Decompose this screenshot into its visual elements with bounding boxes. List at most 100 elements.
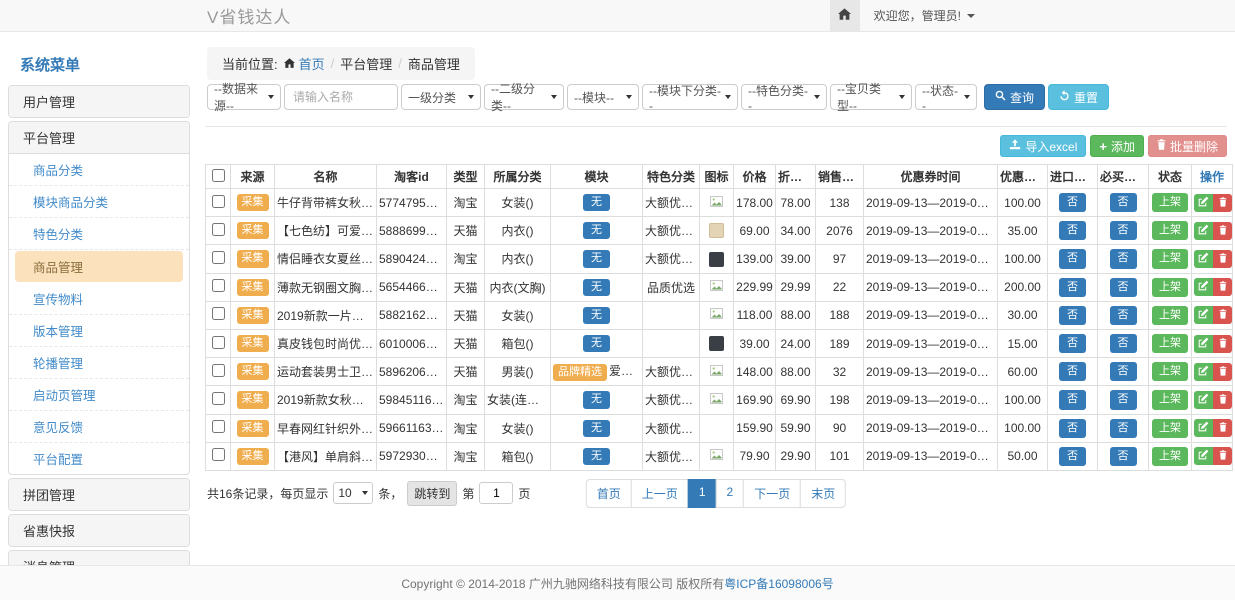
filter-select-source[interactable]: --数据来源-- (207, 84, 281, 110)
import-select-toggle[interactable]: 否 (1059, 306, 1086, 325)
batch-delete-button[interactable]: 批量删除 (1148, 135, 1227, 157)
status-button[interactable]: 上架 (1152, 362, 1188, 381)
import-select-toggle[interactable]: 否 (1059, 334, 1086, 353)
pager-page-1[interactable]: 1 (688, 479, 717, 508)
row-checkbox[interactable] (212, 251, 225, 264)
sidebar-group-groupbuy[interactable]: 拼团管理 (9, 479, 189, 510)
sidebar-item-goods-manage[interactable]: 商品管理 (15, 251, 183, 282)
import-select-toggle[interactable]: 否 (1059, 362, 1086, 381)
delete-button[interactable] (1213, 306, 1232, 324)
pager-prev[interactable]: 上一页 (631, 479, 689, 508)
search-button[interactable]: 查询 (984, 84, 1045, 110)
status-button[interactable]: 上架 (1152, 447, 1188, 466)
edit-button[interactable] (1194, 363, 1213, 381)
edit-button[interactable] (1194, 306, 1213, 324)
filter-select-module-sub[interactable]: --模块下分类-- (642, 84, 738, 110)
edit-button[interactable] (1194, 391, 1213, 409)
row-checkbox[interactable] (212, 336, 225, 349)
delete-button[interactable] (1213, 391, 1232, 409)
status-button[interactable]: 上架 (1152, 193, 1188, 212)
status-button[interactable]: 上架 (1152, 419, 1188, 438)
sidebar-item-feedback[interactable]: 意见反馈 (9, 411, 189, 443)
filter-select-item-type[interactable]: --宝贝类型-- (830, 84, 912, 110)
sidebar-item-module-goods-category[interactable]: 模块商品分类 (9, 186, 189, 218)
pager-page-2[interactable]: 2 (716, 479, 745, 508)
pager-last[interactable]: 末页 (800, 479, 846, 508)
import-select-toggle[interactable]: 否 (1059, 221, 1086, 240)
row-checkbox[interactable] (212, 448, 225, 461)
edit-button[interactable] (1194, 335, 1213, 353)
row-checkbox[interactable] (212, 392, 225, 405)
filter-select-category-l2[interactable]: --二级分类-- (484, 84, 564, 110)
edit-button[interactable] (1194, 222, 1213, 240)
pager-next[interactable]: 下一页 (743, 479, 801, 508)
row-checkbox[interactable] (212, 279, 225, 292)
must-buy-toggle[interactable]: 否 (1110, 249, 1137, 268)
status-button[interactable]: 上架 (1152, 306, 1188, 325)
delete-button[interactable] (1213, 222, 1232, 240)
row-checkbox[interactable] (212, 195, 225, 208)
jump-button[interactable]: 跳转到 (407, 481, 457, 506)
status-button[interactable]: 上架 (1152, 249, 1188, 268)
sidebar-group-user[interactable]: 用户管理 (9, 86, 189, 117)
filter-select-status[interactable]: --状态-- (915, 84, 977, 110)
status-button[interactable]: 上架 (1152, 334, 1188, 353)
must-buy-toggle[interactable]: 否 (1110, 447, 1137, 466)
sidebar-group-platform[interactable]: 平台管理 (9, 122, 189, 154)
pager-first[interactable]: 首页 (586, 479, 632, 508)
home-button[interactable] (830, 0, 860, 31)
select-all-checkbox[interactable] (212, 169, 225, 182)
import-select-toggle[interactable]: 否 (1059, 193, 1086, 212)
sidebar-item-version-manage[interactable]: 版本管理 (9, 315, 189, 347)
must-buy-toggle[interactable]: 否 (1110, 390, 1137, 409)
import-select-toggle[interactable]: 否 (1059, 249, 1086, 268)
delete-button[interactable] (1213, 447, 1232, 465)
delete-button[interactable] (1213, 278, 1232, 296)
import-select-toggle[interactable]: 否 (1059, 419, 1086, 438)
status-button[interactable]: 上架 (1152, 390, 1188, 409)
breadcrumb-home-link[interactable]: 首页 (284, 54, 325, 73)
icp-link[interactable]: 粤ICP备16098006号 (724, 575, 833, 592)
row-checkbox[interactable] (212, 307, 225, 320)
page-number-input[interactable] (479, 482, 513, 504)
import-excel-button[interactable]: 导入excel (1000, 135, 1086, 157)
delete-button[interactable] (1213, 250, 1232, 268)
filter-select-feature[interactable]: --特色分类-- (741, 84, 827, 110)
delete-button[interactable] (1213, 363, 1232, 381)
sidebar-item-platform-config[interactable]: 平台配置 (9, 443, 189, 474)
delete-button[interactable] (1213, 419, 1232, 437)
filter-select-module[interactable]: --模块-- (567, 84, 639, 110)
must-buy-toggle[interactable]: 否 (1110, 306, 1137, 325)
sidebar-item-feature-category[interactable]: 特色分类 (9, 218, 189, 250)
must-buy-toggle[interactable]: 否 (1110, 221, 1137, 240)
sidebar-item-promo-material[interactable]: 宣传物料 (9, 283, 189, 315)
import-select-toggle[interactable]: 否 (1059, 390, 1086, 409)
row-checkbox[interactable] (212, 223, 225, 236)
add-button[interactable]: + 添加 (1090, 135, 1144, 157)
must-buy-toggle[interactable]: 否 (1110, 362, 1137, 381)
user-menu[interactable]: 欢迎您，管理员! (874, 7, 975, 24)
per-page-select[interactable]: 10 (333, 482, 373, 504)
edit-button[interactable] (1194, 447, 1213, 465)
must-buy-toggle[interactable]: 否 (1110, 193, 1137, 212)
import-select-toggle[interactable]: 否 (1059, 447, 1086, 466)
must-buy-toggle[interactable]: 否 (1110, 334, 1137, 353)
sidebar-item-goods-category[interactable]: 商品分类 (9, 154, 189, 186)
row-checkbox[interactable] (212, 420, 225, 433)
breadcrumb-item-platform[interactable]: 平台管理 (340, 54, 392, 73)
filter-input-name[interactable] (284, 84, 398, 110)
edit-button[interactable] (1194, 250, 1213, 268)
sidebar-item-splash-manage[interactable]: 启动页管理 (9, 379, 189, 411)
status-button[interactable]: 上架 (1152, 278, 1188, 297)
import-select-toggle[interactable]: 否 (1059, 278, 1086, 297)
status-button[interactable]: 上架 (1152, 221, 1188, 240)
edit-button[interactable] (1194, 419, 1213, 437)
sidebar-item-carousel-manage[interactable]: 轮播管理 (9, 347, 189, 379)
reset-button[interactable]: 重置 (1048, 84, 1109, 110)
edit-button[interactable] (1194, 278, 1213, 296)
delete-button[interactable] (1213, 335, 1232, 353)
delete-button[interactable] (1213, 194, 1232, 212)
filter-select-category-l1[interactable]: 一级分类 (401, 84, 481, 110)
row-checkbox[interactable] (212, 364, 225, 377)
must-buy-toggle[interactable]: 否 (1110, 419, 1137, 438)
